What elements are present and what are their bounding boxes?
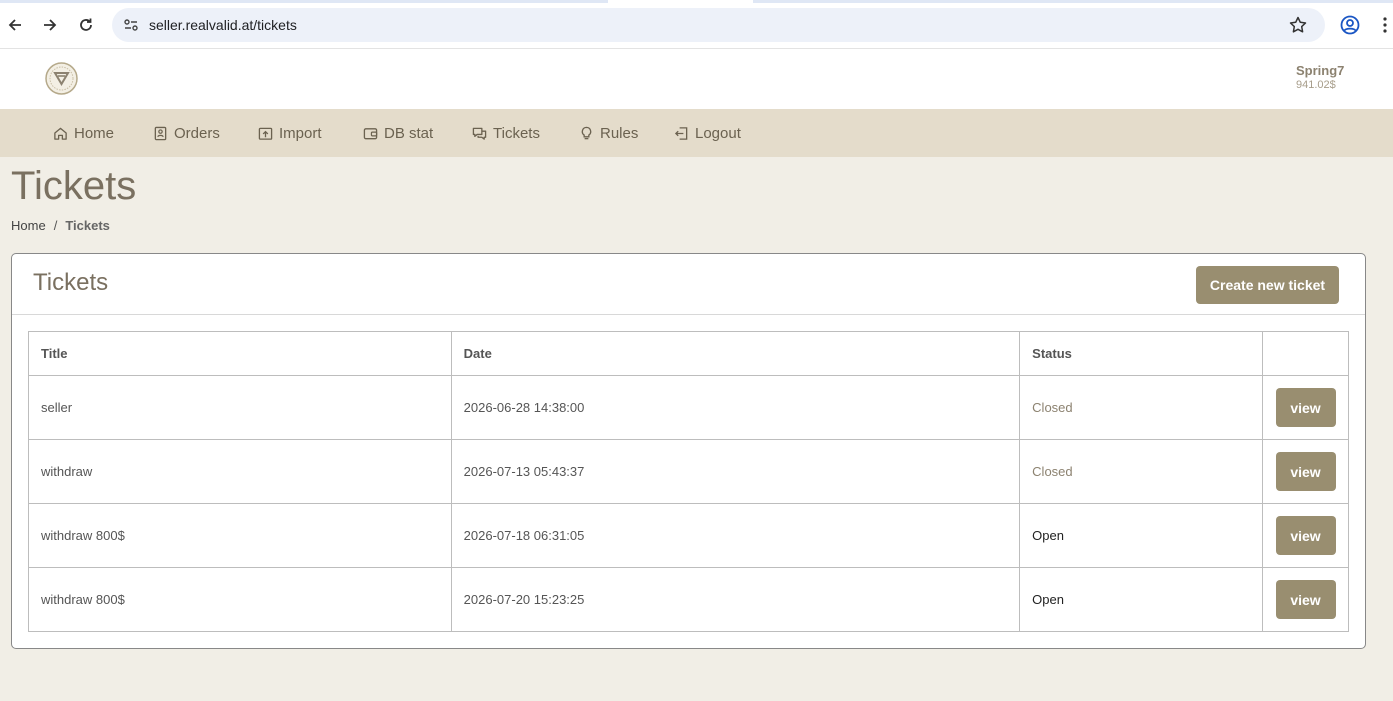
bookmark-star-icon[interactable] xyxy=(1288,15,1308,35)
nav-item-label: Home xyxy=(74,124,115,142)
nav-item-label: Rules xyxy=(600,124,639,142)
home-icon xyxy=(54,127,67,140)
ticket-action-cell: view xyxy=(1262,503,1349,568)
main-nav: Home Orders Import DB stat Tickets Rules… xyxy=(0,109,1393,157)
ticket-title: seller xyxy=(28,375,452,440)
reload-icon xyxy=(80,18,92,31)
nav-item-tickets[interactable]: Tickets xyxy=(472,109,540,157)
breadcrumb-current: Tickets xyxy=(65,218,110,233)
ticket-status: Closed xyxy=(1019,439,1263,504)
table-row: withdraw 800$ 2026-07-18 06:31:05 Open v… xyxy=(28,503,1349,568)
forward-button[interactable] xyxy=(37,12,63,38)
nav-item-label: Orders xyxy=(174,124,220,142)
arrow-right-icon xyxy=(44,19,57,31)
wallet-icon xyxy=(363,127,378,139)
back-button[interactable] xyxy=(2,12,28,38)
view-ticket-button[interactable]: view xyxy=(1275,516,1336,555)
page-title: Tickets xyxy=(11,164,137,208)
ticket-title: withdraw 800$ xyxy=(28,503,452,568)
breadcrumb: Home / Tickets xyxy=(11,218,110,233)
browser-menu-icon[interactable] xyxy=(1378,14,1392,36)
column-header-status: Status xyxy=(1019,331,1263,376)
site-header: Spring7 941.02$ xyxy=(0,49,1393,109)
ticket-status: Closed xyxy=(1019,375,1263,440)
table-header-row: Title Date Status xyxy=(28,331,1349,376)
address-bar[interactable]: seller.realvalid.at/tickets xyxy=(112,8,1325,42)
nav-item-label: Tickets xyxy=(493,124,540,142)
site-logo[interactable] xyxy=(45,62,78,95)
view-ticket-button[interactable]: view xyxy=(1275,388,1336,427)
nav-item-label: Logout xyxy=(695,124,741,142)
column-header-action xyxy=(1262,331,1349,376)
ticket-action-cell: view xyxy=(1262,375,1349,440)
arrow-left-icon xyxy=(8,19,21,31)
nav-item-label: Import xyxy=(279,124,322,142)
nav-item-import[interactable]: Import xyxy=(258,109,322,157)
table-row: withdraw 2026-07-13 05:43:37 Closed view xyxy=(28,439,1349,504)
card-title: Tickets xyxy=(33,269,109,296)
table-row: seller 2026-06-28 14:38:00 Closed view xyxy=(28,375,1349,440)
view-ticket-button[interactable]: view xyxy=(1275,452,1336,491)
ticket-status: Open xyxy=(1019,567,1263,632)
site-info-icon[interactable] xyxy=(122,16,140,34)
nav-item-home[interactable]: Home xyxy=(53,109,114,157)
user-info: Spring7 941.02$ xyxy=(1296,63,1344,91)
tickets-table: Title Date Status seller 2026-06-28 14:3… xyxy=(28,331,1349,632)
ticket-date: 2026-06-28 14:38:00 xyxy=(450,375,1021,440)
ticket-title: withdraw 800$ xyxy=(28,567,452,632)
ticket-date: 2026-07-13 05:43:37 xyxy=(450,439,1021,504)
create-ticket-button[interactable]: Create new ticket xyxy=(1196,266,1339,304)
breadcrumb-separator: / xyxy=(53,218,58,233)
chat-icon xyxy=(472,127,487,140)
ticket-date: 2026-07-18 06:31:05 xyxy=(450,503,1021,568)
breadcrumb-home-link[interactable]: Home xyxy=(11,218,46,233)
ticket-status: Open xyxy=(1019,503,1263,568)
orders-icon xyxy=(154,126,167,140)
profile-icon[interactable] xyxy=(1340,15,1360,35)
ticket-action-cell: view xyxy=(1262,567,1349,632)
logout-icon xyxy=(674,126,688,140)
active-tab-gap xyxy=(608,0,753,3)
nav-item-label: DB stat xyxy=(384,124,434,142)
ticket-action-cell: view xyxy=(1262,439,1349,504)
view-ticket-button[interactable]: view xyxy=(1275,580,1336,619)
nav-item-logout[interactable]: Logout xyxy=(674,109,741,157)
nav-item-db-stat[interactable]: DB stat xyxy=(363,109,433,157)
tickets-card: Tickets Create new ticket Title Date Sta… xyxy=(11,253,1366,649)
card-header: Tickets Create new ticket xyxy=(12,254,1365,315)
balance: 941.02$ xyxy=(1296,79,1336,91)
ticket-title: withdraw xyxy=(28,439,452,504)
username: Spring7 xyxy=(1296,63,1345,78)
ticket-date: 2026-07-20 15:23:25 xyxy=(450,567,1021,632)
bulb-icon xyxy=(581,126,592,139)
column-header-date: Date xyxy=(450,331,1021,376)
nav-item-orders[interactable]: Orders xyxy=(153,109,220,157)
browser-toolbar: seller.realvalid.at/tickets xyxy=(0,0,1393,49)
reload-button[interactable] xyxy=(73,12,99,38)
nav-item-rules[interactable]: Rules xyxy=(579,109,638,157)
url-text: seller.realvalid.at/tickets xyxy=(149,17,297,33)
import-icon xyxy=(258,127,273,140)
column-header-title: Title xyxy=(28,331,452,376)
table-row: withdraw 800$ 2026-07-20 15:23:25 Open v… xyxy=(28,567,1349,632)
